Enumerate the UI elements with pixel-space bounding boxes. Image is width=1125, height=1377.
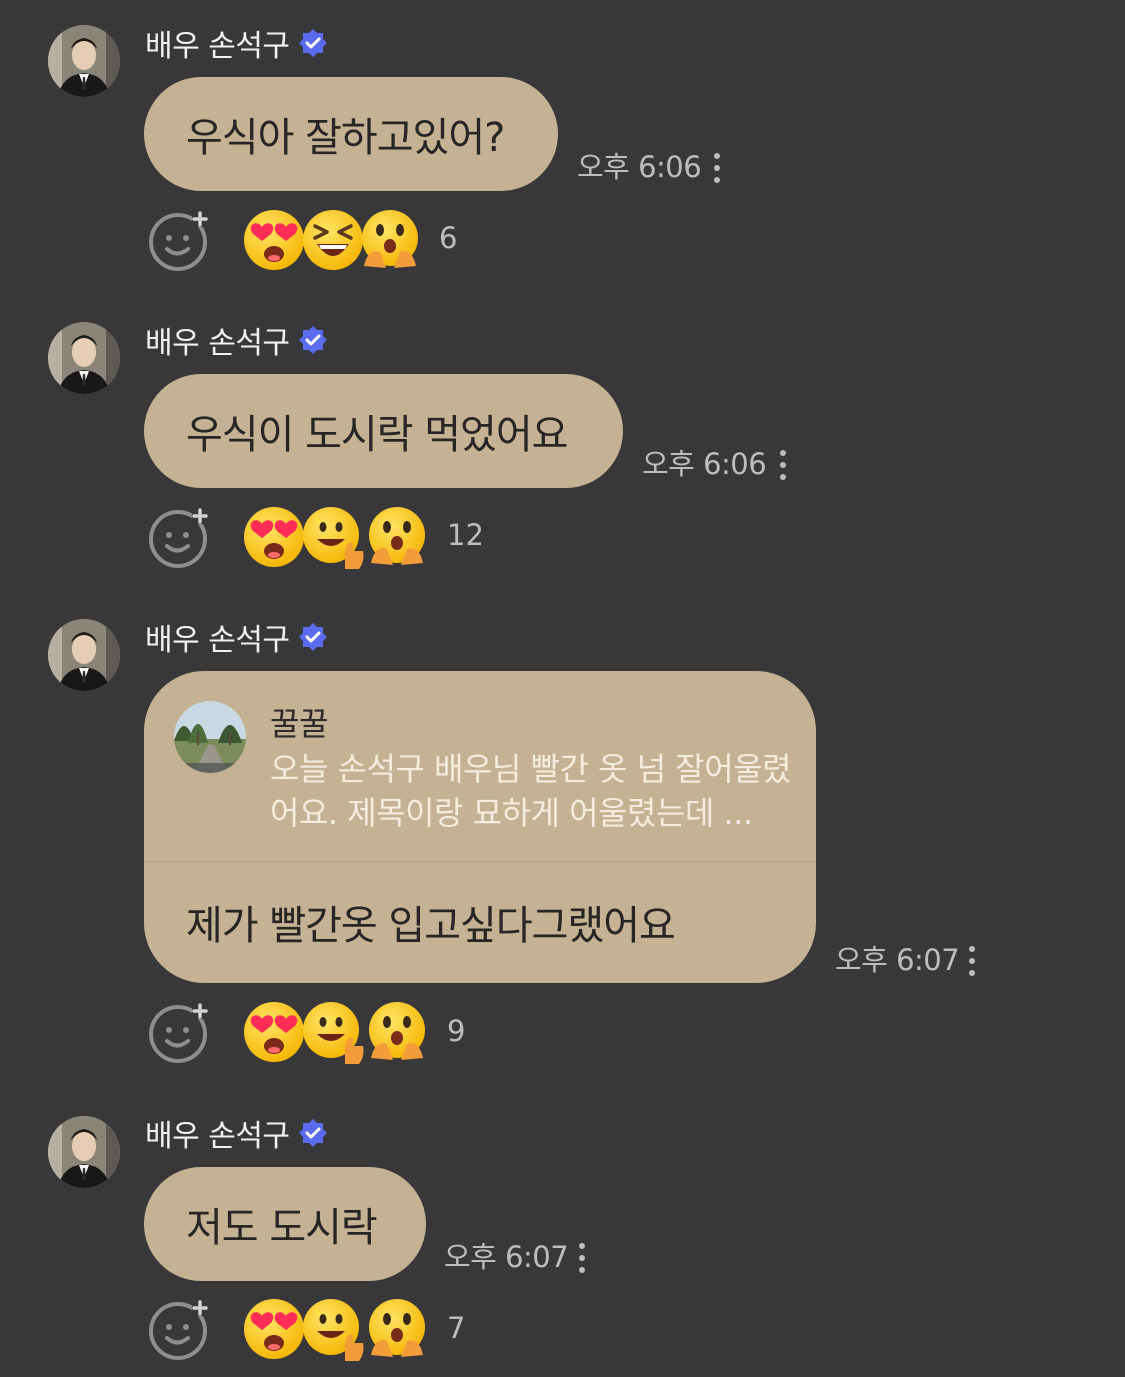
sender-name[interactable]: 배우 손석구 [145,23,330,64]
heart-eyes-emoji-icon[interactable] [242,1297,306,1361]
reaction-count[interactable]: 7 [447,1308,465,1348]
reaction-count[interactable]: 12 [447,515,484,555]
quoted-text: 오늘 손석구 배우님 빨간 옷 넘 잘어울렸어요. 제목이랑 묘하게 어울렸는데… [270,750,792,832]
reaction-count[interactable]: 6 [439,218,457,258]
excited-hands-emoji-icon[interactable] [365,505,429,569]
more-options-icon[interactable] [778,447,788,487]
thumbs-up-smile-emoji-icon[interactable] [301,1297,365,1361]
add-reaction-icon[interactable] [148,1000,212,1064]
sender-name[interactable]: 배우 손석구 [145,320,330,361]
thumbs-up-smile-emoji-icon[interactable] [301,1000,365,1064]
sender-label: 배우 손석구 [145,1119,290,1154]
verified-badge-icon [298,29,327,57]
sender-label: 배우 손석구 [145,29,290,64]
heart-eyes-emoji-icon[interactable] [242,1000,306,1064]
message-time: 오후 6:07 [444,1240,569,1274]
sender-label: 배우 손석구 [145,623,290,658]
more-options-icon[interactable] [577,1240,587,1280]
add-reaction-icon[interactable] [148,1297,212,1361]
add-reaction-icon[interactable] [148,505,212,569]
laughing-squint-emoji-icon[interactable] [301,208,365,272]
verified-badge-icon [298,326,327,354]
avatar[interactable] [48,619,120,691]
sender-name[interactable]: 배우 손석구 [145,617,330,658]
quoted-avatar [174,701,246,773]
message-time: 오후 6:06 [642,447,767,481]
sender-label: 배우 손석구 [145,326,290,361]
more-options-icon[interactable] [967,943,977,983]
verified-badge-icon [298,623,327,651]
excited-hands-emoji-icon[interactable] [365,1000,429,1064]
avatar[interactable] [48,25,120,97]
quoted-comment[interactable]: 꿀꿀 오늘 손석구 배우님 빨간 옷 넘 잘어울렸어요. 제목이랑 묘하게 어울… [144,671,816,862]
message-text: 제가 빨간옷 입고싶다그랬어요 [186,903,676,949]
heart-eyes-emoji-icon[interactable] [242,208,306,272]
chat-thread: 배우 손석구 우식아 잘하고있어? 오후 6:06 6 배우 손석구 우식이 도… [0,0,1125,1377]
sender-name[interactable]: 배우 손석구 [145,1113,330,1154]
verified-badge-icon [298,1119,327,1147]
reply-message-bubble[interactable]: 꿀꿀 오늘 손석구 배우님 빨간 옷 넘 잘어울렸어요. 제목이랑 묘하게 어울… [144,671,816,983]
heart-eyes-emoji-icon[interactable] [242,505,306,569]
excited-hands-emoji-icon[interactable] [365,1297,429,1361]
more-options-icon[interactable] [712,150,722,190]
message-time: 오후 6:06 [577,150,702,184]
reaction-count[interactable]: 9 [447,1011,465,1051]
quoted-author: 꿀꿀 [270,705,328,743]
avatar[interactable] [48,322,120,394]
message-time: 오후 6:07 [835,943,960,977]
message-bubble[interactable]: 저도 도시락 [144,1167,426,1281]
thumbs-up-smile-emoji-icon[interactable] [301,505,365,569]
message-text: 우식아 잘하고있어? [186,115,505,161]
avatar[interactable] [48,1116,120,1188]
add-reaction-icon[interactable] [148,208,212,272]
message-bubble[interactable]: 우식이 도시락 먹었어요 [144,374,623,488]
message-text: 저도 도시락 [186,1205,378,1251]
message-bubble[interactable]: 우식아 잘하고있어? [144,77,558,191]
message-text: 우식이 도시락 먹었어요 [186,412,568,458]
excited-hands-emoji-icon[interactable] [358,208,422,272]
